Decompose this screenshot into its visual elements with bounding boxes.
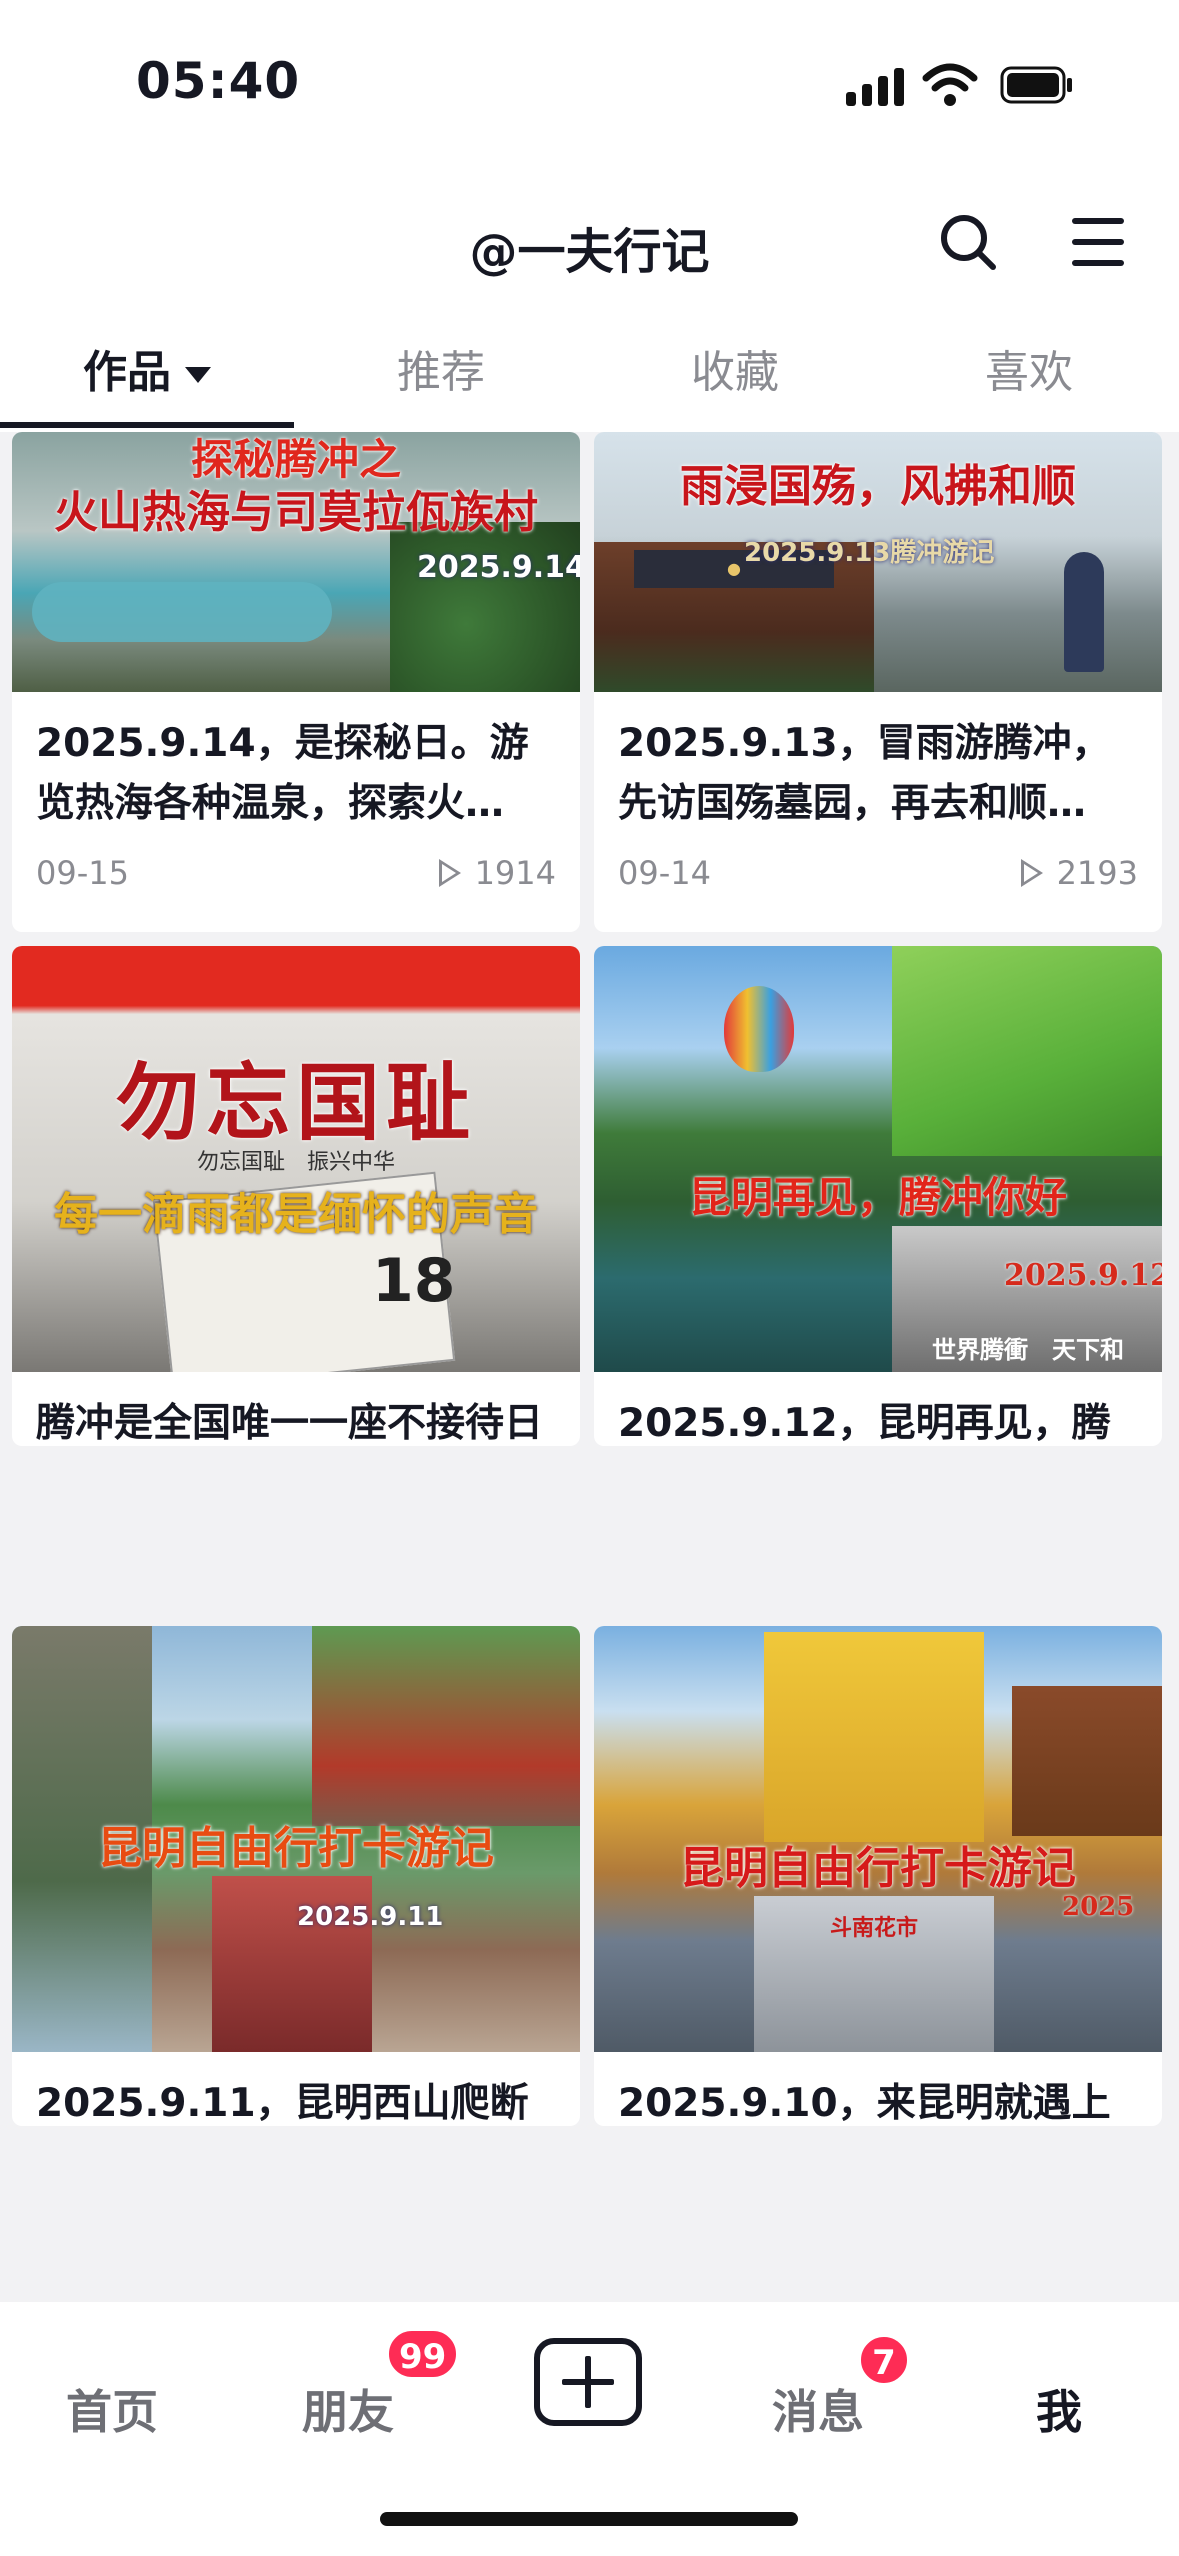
- video-date: 09-14: [618, 854, 711, 892]
- video-thumbnail: 18 勿忘国耻 勿忘国耻 振兴中华 每一滴雨都是缅怀的声音: [12, 946, 580, 1372]
- video-title: 2025.9.10，来昆明就遇上雨天，打伞出行，从昆明…: [618, 2081, 1111, 2126]
- battery-icon: [1000, 66, 1072, 104]
- bottom-nav: 首页 朋友 99 消息 7 我: [0, 2302, 1179, 2556]
- tab-favorites[interactable]: 收藏: [588, 336, 882, 400]
- profile-header: @一夫行记: [0, 170, 1179, 320]
- nav-messages[interactable]: 消息: [772, 2376, 864, 2442]
- video-views: 2193: [1020, 854, 1138, 892]
- video-card[interactable]: 昆明再见，腾冲你好 2025.9.12 世界腾衝 天下和 2025.9.12，昆…: [594, 946, 1162, 1446]
- video-thumbnail: 昆明再见，腾冲你好 2025.9.12 世界腾衝 天下和: [594, 946, 1162, 1372]
- tab-works[interactable]: 作品: [0, 336, 294, 400]
- video-grid: 探秘腾冲之 火山热海与司莫拉佤族村 2025.9.14 2025.9.14，是探…: [0, 432, 1179, 2302]
- home-indicator: [380, 2512, 798, 2526]
- play-icon: [438, 859, 461, 887]
- nav-home[interactable]: 首页: [66, 2376, 158, 2442]
- video-thumbnail: 昆明自由行打卡游记 2025 斗南花市: [594, 1626, 1162, 2052]
- nav-me[interactable]: 我: [1036, 2376, 1082, 2442]
- active-tab-indicator: [0, 422, 294, 428]
- video-card[interactable]: ● 雨浸国殇，风拂和顺 2025.9.13腾冲游记 2025.9.13，冒雨游腾…: [594, 432, 1162, 932]
- video-thumbnail: 昆明自由行打卡游记 2025.9.11: [12, 1626, 580, 2052]
- menu-icon[interactable]: [1072, 218, 1124, 266]
- status-time: 05:40: [136, 52, 301, 110]
- video-title: 2025.9.13，冒雨游腾冲，先访国殇墓园，再去和顺…: [618, 721, 1111, 826]
- play-icon: [1020, 859, 1043, 887]
- video-views: 1914: [438, 854, 556, 892]
- video-card[interactable]: 昆明自由行打卡游记 2025 斗南花市 2025.9.10，来昆明就遇上雨天，打…: [594, 1626, 1162, 2126]
- video-thumbnail: 探秘腾冲之 火山热海与司莫拉佤族村 2025.9.14: [12, 432, 580, 692]
- status-bar: 05:40: [0, 0, 1179, 170]
- video-title: 2025.9.14，是探秘日。游览热海各种温泉，探索火…: [36, 721, 529, 826]
- profile-tabs: 作品 推荐 收藏 喜欢: [0, 320, 1179, 430]
- video-thumbnail: ● 雨浸国殇，风拂和顺 2025.9.13腾冲游记: [594, 432, 1162, 692]
- video-card[interactable]: 昆明自由行打卡游记 2025.9.11 2025.9.11，昆明西山爬断腿，龙门…: [12, 1626, 580, 2126]
- messages-badge: 7: [858, 2334, 910, 2386]
- tab-likes[interactable]: 喜欢: [882, 336, 1176, 400]
- profile-handle: @一夫行记: [469, 224, 710, 280]
- cellular-signal-icon: [846, 66, 906, 106]
- video-card[interactable]: 18 勿忘国耻 勿忘国耻 振兴中华 每一滴雨都是缅怀的声音 腾冲是全国唯一一座不…: [12, 946, 580, 1446]
- video-card[interactable]: 探秘腾冲之 火山热海与司莫拉佤族村 2025.9.14 2025.9.14，是探…: [12, 432, 580, 932]
- video-title: 腾冲是全国唯一一座不接待日本人的城市。来腾冲，…: [36, 1401, 544, 1446]
- tab-recommended[interactable]: 推荐: [294, 336, 588, 400]
- wifi-icon: [922, 63, 978, 106]
- create-button[interactable]: [534, 2338, 642, 2426]
- video-title: 2025.9.12，昆明再见，腾冲你好！费时６小时直奔…: [618, 1401, 1111, 1446]
- nav-friends[interactable]: 朋友: [302, 2376, 394, 2442]
- video-title: 2025.9.11，昆明西山爬断腿，龙门石窟心惊寒。跨…: [36, 2081, 529, 2126]
- search-icon[interactable]: [938, 212, 998, 272]
- caret-down-icon: [185, 367, 211, 383]
- friends-badge: 99: [386, 2328, 460, 2380]
- video-date: 09-15: [36, 854, 129, 892]
- calendar-day: 18: [372, 1246, 456, 1316]
